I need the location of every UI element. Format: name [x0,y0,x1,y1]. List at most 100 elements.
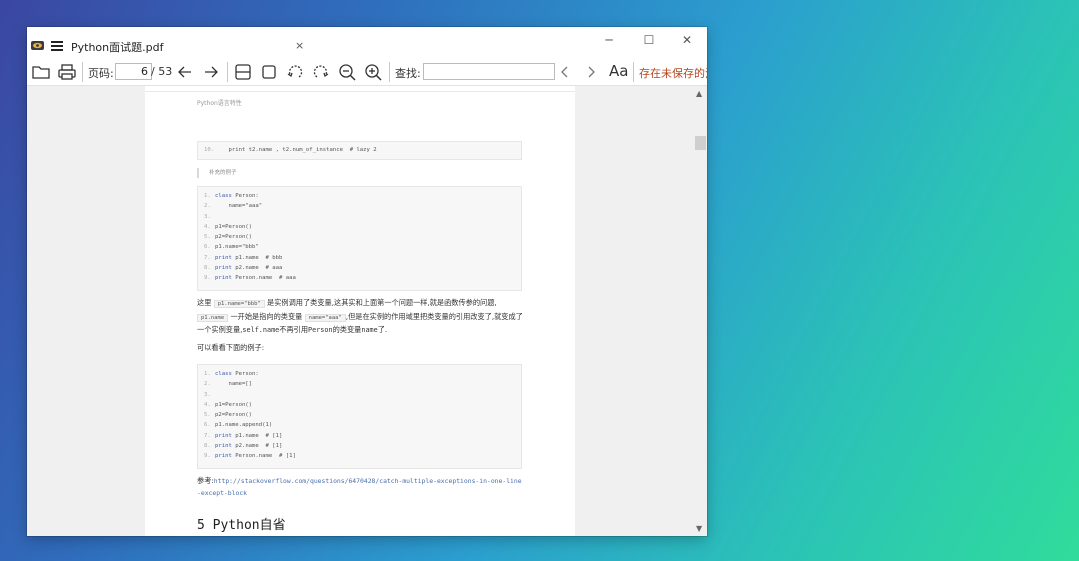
search-previous-chevron-icon[interactable] [555,62,575,82]
code-line: 2. name=[] [204,379,515,389]
print-icon[interactable] [57,62,77,82]
document-tab-title[interactable]: Python面试题.pdf [71,39,163,55]
reference-link[interactable]: http://stackoverflow.com/questions/64704… [197,477,522,497]
text-span: 了. [377,325,388,334]
page-label: 页码: [88,67,114,80]
code-line: 1. class Person: [204,191,515,201]
code-line: 9. print Person.name # [1] [204,451,515,461]
scroll-down-chevron-icon[interactable]: ▼ [696,524,702,533]
code-keyword: print [215,443,232,450]
code-text: Person.name # aaa [231,275,296,282]
unsaved-annotations-notice[interactable]: 存在未保存的注释 [639,65,707,81]
code-keyword: class [215,371,232,377]
code-line: 9. print Person.name # aaa [204,273,515,283]
code-line: 7. print p1.name # [1] [204,431,515,441]
toolbar-separator [82,62,83,82]
pdf-viewer-window: Python面试题.pdf × ─ ☐ ✕ 页码: 6 / 53 查找: Aa … [27,27,707,536]
line-number: 8. [204,265,211,272]
close-button[interactable]: ✕ [677,33,697,49]
line-number: 7. [204,432,211,439]
font-settings-button[interactable]: Aa [609,62,628,80]
code-keyword: print [215,254,232,261]
code-keyword: print [215,265,232,272]
code-text: p2.name # [1] [231,443,283,450]
toolbar-separator [227,62,228,82]
line-number: 5. [204,234,211,241]
line-number: 5. [204,412,211,419]
blockquote: 补充的例子 [197,168,237,178]
line-number: 2. [204,381,211,388]
toolbar-separator [633,62,634,82]
title-bar: Python面试题.pdf × ─ ☐ ✕ [27,27,707,59]
document-viewport[interactable]: Python语言特性 10. print t2.name , t2.num_of… [27,86,694,536]
line-number: 3. [204,391,211,398]
open-folder-icon[interactable] [31,62,51,82]
search-next-chevron-icon[interactable] [581,62,601,82]
toolbar: 页码: 6 / 53 查找: Aa 存在未保存的 [27,59,707,86]
inline-mono: self.name [242,326,280,334]
line-number: 9. [204,453,211,460]
search-input[interactable] [423,63,555,80]
paragraph: 可以看看下面的例子: [197,343,265,352]
inline-code: p1.name="bbb" [213,300,265,308]
page-total: / 53 [151,65,173,78]
code-line: 2. name="aaa" [204,201,515,211]
code-block: 1. class Person: 2. name="aaa" 3. 4. p1=Perso… [197,186,522,291]
menu-icon[interactable] [51,41,63,51]
app-logo-icon [31,41,44,50]
previous-page-arrow-icon[interactable] [175,62,195,82]
line-number: 7. [204,254,211,261]
scroll-thumb[interactable] [695,136,706,150]
code-line: 8. print p2.name # [1] [204,441,515,451]
rotate-right-icon[interactable] [311,62,331,82]
code-line: 6. p1.name="bbb" [204,242,515,252]
reference-label: 参考: [197,476,214,485]
line-number: 9. [204,275,211,282]
scroll-up-chevron-icon[interactable]: ▲ [696,89,702,98]
code-text: name=[] [215,381,253,388]
text-span: 一开始是指向的类变量 [230,311,303,321]
code-text: p1.name # [1] [231,432,283,439]
text-span: 不再引用 [279,325,309,334]
page-divider [145,91,575,92]
inline-mono: Person [308,326,333,334]
code-line: 3. [204,390,515,400]
page-number-input[interactable]: 6 [115,63,152,80]
code-line: 1. class Person: [204,369,515,379]
code-line: 5. p2=Person() [204,232,515,242]
maximize-button[interactable]: ☐ [639,33,659,49]
line-number: 1. [204,371,211,377]
code-text: Person.name # [1] [231,453,296,460]
vertical-scrollbar[interactable]: ▲ ▼ [694,86,707,536]
code-text: p2.name # aaa [231,265,283,272]
line-number: 3. [204,213,211,220]
text-span: 这里 [197,298,212,307]
code-text: print t2.name , t2.num_of_instance # laz… [215,147,377,153]
code-text: p2=Person() [215,234,253,241]
fit-width-icon[interactable] [233,62,253,82]
code-keyword: print [215,275,232,282]
toolbar-separator [389,62,390,82]
next-page-arrow-icon[interactable] [201,62,221,82]
tab-close-icon[interactable]: × [295,39,304,52]
line-number: 6. [204,244,211,251]
minimize-button[interactable]: ─ [599,33,619,49]
text-span: 是实例调用了类变量,这其实和上面第一个问题一样,就是函数传参的问题, [267,298,497,307]
code-keyword: print [215,432,232,439]
zoom-in-icon[interactable] [363,62,383,82]
code-line: 6. p1.name.append(1) [204,420,515,430]
line-number: 4. [204,223,211,230]
paragraph: 这里 p1.name="bbb" 是实例调用了类变量,这其实和上面第一个问题一样… [197,297,523,337]
code-keyword: print [215,453,232,460]
search-label: 查找: [395,67,421,80]
code-line: 7. print p1.name # bbb [204,253,515,263]
code-line: 4. p1=Person() [204,400,515,410]
code-text: name="aaa" [215,203,263,210]
zoom-out-icon[interactable] [337,62,357,82]
line-number: 6. [204,422,211,429]
code-block: 1. class Person: 2. name=[] 3. 4. p1=Person()… [197,364,522,469]
fit-page-icon[interactable] [259,62,279,82]
code-line: 3. [204,212,515,222]
code-line: 10. print t2.name , t2.num_of_instance #… [204,145,515,155]
rotate-left-icon[interactable] [285,62,305,82]
